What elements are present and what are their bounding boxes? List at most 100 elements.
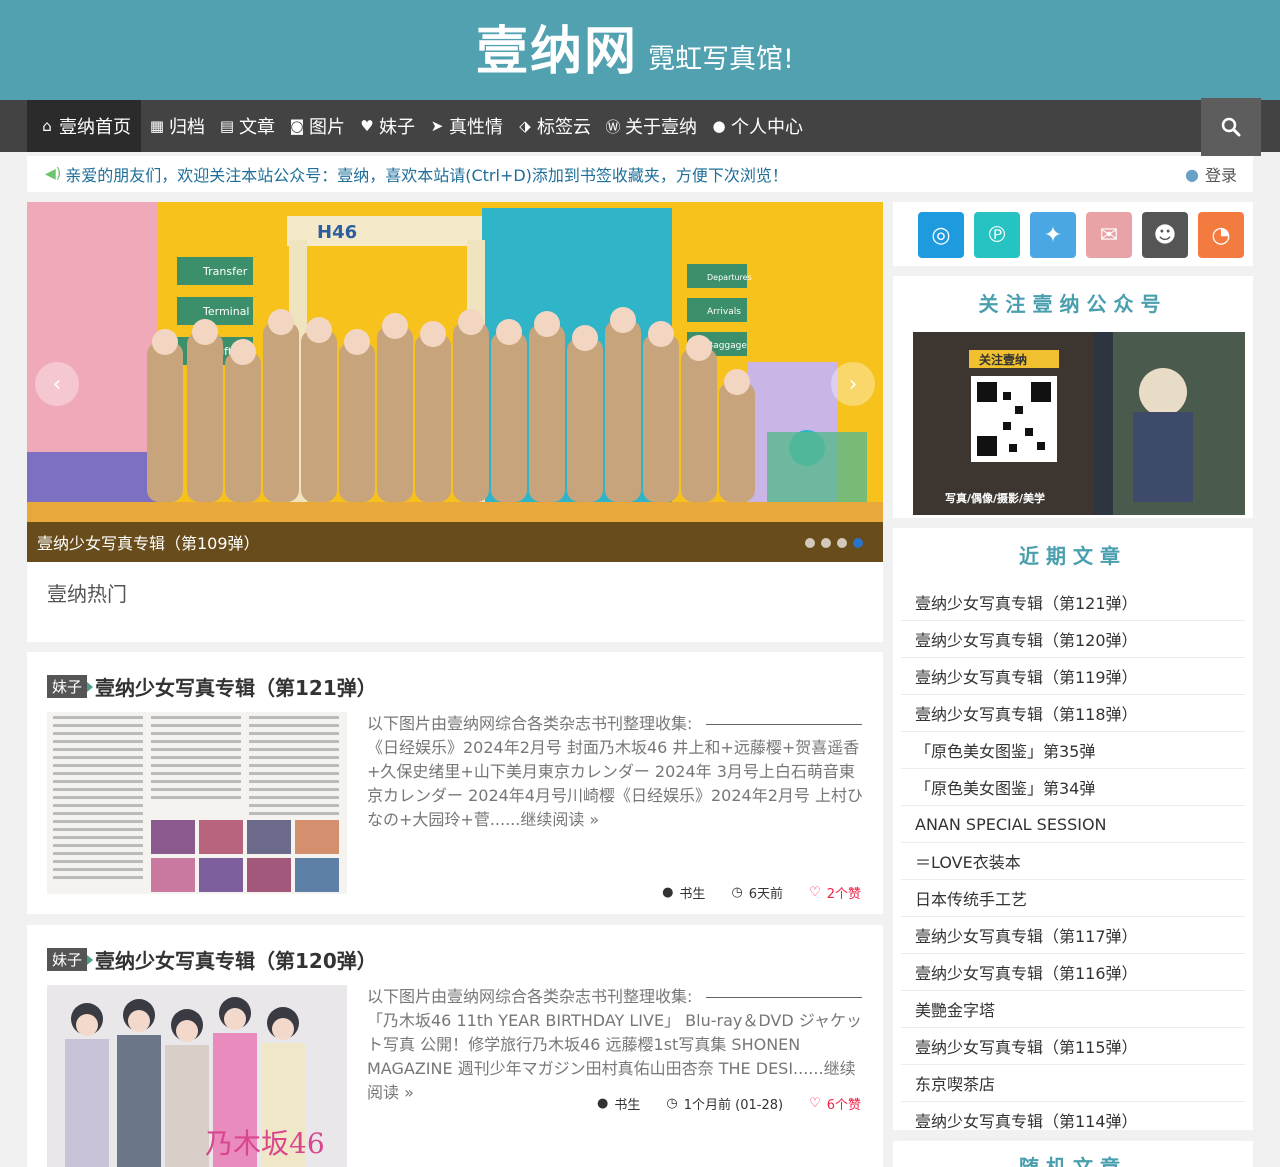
nav-item-about[interactable]: Ⓦ 关于壹纳 [597,100,703,152]
featured-slider[interactable]: Transfer Terminal Lift H46 Departures Ar… [27,202,883,562]
slide-sign-departures: Departures [707,273,752,282]
rss-icon: ◔ [1211,222,1231,248]
post-author: ● 书生 [597,1096,641,1113]
nav-item-archive[interactable]: ▦ 归档 [141,100,211,152]
wechat-qr-card[interactable]: 关注壹纳 写真/偶像/摄影/美学 [913,332,1245,515]
post-thumbnail[interactable] [47,712,347,894]
pinterest-button[interactable]: ℗ [974,212,1020,258]
random-posts-title: 随机文章 [1019,1155,1127,1167]
login-link[interactable]: ● 登录 [1185,156,1237,192]
recent-post-link[interactable]: 壹纳少女写真专辑（第114弹） [901,1102,1245,1139]
user-icon: ● [597,1096,609,1111]
recent-post-link[interactable]: 日本传统手工艺 [901,880,1245,917]
twitter-icon: ✦ [1043,222,1063,248]
qr-banner-label: 关注壹纳 [979,352,1027,367]
email-icon: ✉ [1099,222,1119,248]
recent-post-link[interactable]: 美艷金字塔 [901,991,1245,1028]
qr-tagline: 写真/偶像/摄影/美学 [945,491,1045,505]
post-excerpt: 以下图片由壹纳网综合各类杂志书刊整理收集: 《日经娱乐》2024年2月号 封面乃… [367,714,863,829]
post-title[interactable]: 壹纳少女写真专辑（第121弹） [95,672,377,701]
weibo-button[interactable]: ◎ [918,212,964,258]
recent-posts-list: 壹纳少女写真专辑（第121弹） 壹纳少女写真专辑（第120弹） 壹纳少女写真专辑… [901,584,1245,1139]
slider-dots [805,538,863,548]
post-time: ◷ 6天前 [731,885,784,902]
nav-item-user-center[interactable]: ● 个人中心 [703,100,809,152]
slider-dot[interactable] [821,538,831,548]
nav-item-home[interactable]: ⌂ 壹纳首页 [27,100,141,152]
user-icon: ● [1185,164,1199,184]
recent-post-link[interactable]: 壹纳少女写真专辑（第121弹） [901,584,1245,621]
qq-button[interactable]: ☻ [1142,212,1188,258]
email-button[interactable]: ✉ [1086,212,1132,258]
social-widget: ◎ ℗ ✦ ✉ ☻ ◔ [893,202,1253,266]
user-icon: ● [662,885,674,900]
post-meta: ● 书生 ◷ 1个月前 (01-28) ♡ 6个赞 [597,1094,861,1113]
slide-sign-terminal: Terminal [202,305,250,318]
slide-sign-baggage: Baggage [707,341,747,351]
recent-post-link[interactable]: 「原色美女图鉴」第35弹 [901,732,1245,769]
recent-post-link[interactable]: 壹纳少女写真专辑（第115弹） [901,1028,1245,1065]
post-category-tag[interactable]: 妹子 [47,675,94,698]
random-posts-widget: 随机文章 [893,1141,1253,1167]
chevron-right-icon: › [848,371,858,397]
nav-item-articles[interactable]: ▤ 文章 [211,100,281,152]
weibo-icon: ◎ [931,222,951,248]
slider-caption[interactable]: 壹纳少女写真专辑（第109弹） [27,522,883,562]
recent-posts-widget: 近期文章 壹纳少女写真专辑（第121弹） 壹纳少女写真专辑（第120弹） 壹纳少… [893,528,1253,1139]
clock-icon: ◷ [666,1096,678,1111]
document-icon: ▤ [219,117,235,135]
heart-icon: ♥ [360,117,374,135]
search-button[interactable] [1201,98,1261,156]
post-like-button[interactable]: ♡ 6个赞 [809,1094,861,1113]
recent-post-link[interactable]: 东京喫茶店 [901,1065,1245,1102]
thumb-cover-title: 乃木坂46 [205,1127,325,1160]
pinterest-icon: ℗ [986,222,1008,248]
recent-post-link[interactable]: 「原色美女图鉴」第34弹 [901,769,1245,806]
recent-post-link[interactable]: 壹纳少女写真专辑（第118弹） [901,695,1245,732]
nav-item-photos[interactable]: ◙ 图片 [281,100,351,152]
post-category-tag[interactable]: 妹子 [47,948,94,971]
notice-text: 亲爱的朋友们，欢迎关注本站公众号：壹纳，喜欢本站请(Ctrl+D)添加到书签收藏… [65,166,788,185]
follow-widget-title: 关注壹纳公众号 [978,292,1168,316]
recent-post-link[interactable]: 壹纳少女写真专辑（第117弹） [901,917,1245,954]
slider-next-button[interactable]: › [831,362,875,406]
site-brand[interactable]: 壹纳网 霓虹写真馆! [476,22,794,82]
twitter-button[interactable]: ✦ [1030,212,1076,258]
nav-item-tag-cloud[interactable]: ⬗ 标签云 [509,100,597,152]
slider-dot[interactable] [805,538,815,548]
search-icon [1221,117,1241,137]
slider-prev-button[interactable]: ‹ [35,362,79,406]
slider-dot[interactable] [837,538,847,548]
paper-plane-icon: ➤ [430,117,444,135]
hot-section: 壹纳热门 [27,562,883,642]
tags-icon: ⬗ [519,117,531,135]
site-header: 壹纳网 霓虹写真馆! [0,0,1280,100]
slide-image[interactable]: Transfer Terminal Lift H46 Departures Ar… [27,202,883,562]
nav-item-true-nature[interactable]: ➤ 真性情 [421,100,509,152]
notice-bar: ◀) 亲爱的朋友们，欢迎关注本站公众号：壹纳，喜欢本站请(Ctrl+D)添加到书… [27,156,1253,192]
wordpress-icon: Ⓦ [605,117,621,136]
slide-sign-transfer: Transfer [202,265,248,278]
post-title[interactable]: 壹纳少女写真专辑（第120弹） [95,945,377,974]
recent-post-link[interactable]: 壹纳少女写真专辑（第116弹） [901,954,1245,991]
rss-button[interactable]: ◔ [1198,212,1244,258]
hot-section-title: 壹纳热门 [47,582,127,606]
main-nav: ⌂ 壹纳首页 ▦ 归档 ▤ 文章 ◙ 图片 ♥ 妹子 ➤ 真性情 ⬗ 标签云 Ⓦ 关于壹纳 ● 个… [0,100,1280,152]
heart-icon: ♡ [809,885,821,900]
magazine-page-image [47,712,347,894]
post-author: ● 书生 [662,885,706,902]
nav-item-girls[interactable]: ♥ 妹子 [351,100,421,152]
recent-post-link[interactable]: ANAN SPECIAL SESSION [901,806,1245,843]
recent-post-link[interactable]: 壹纳少女写真专辑（第119弹） [901,658,1245,695]
slide-sign-gate: H46 [317,222,357,243]
speaker-icon: ◀) [45,166,62,182]
post-meta: ● 书生 ◷ 6天前 ♡ 2个赞 [662,883,861,902]
follow-widget: 关注壹纳公众号 关注壹纳 写真/偶像/摄影/美学 [893,276,1253,518]
post-thumbnail[interactable]: 乃木坂46 [47,985,347,1167]
slider-dot-active[interactable] [853,538,863,548]
site-title[interactable]: 壹纳网 [476,22,638,82]
clock-icon: ◷ [731,885,743,900]
post-like-button[interactable]: ♡ 2个赞 [809,883,861,902]
recent-post-link[interactable]: ＝LOVE衣装本 [901,843,1245,880]
recent-post-link[interactable]: 壹纳少女写真专辑（第120弹） [901,621,1245,658]
